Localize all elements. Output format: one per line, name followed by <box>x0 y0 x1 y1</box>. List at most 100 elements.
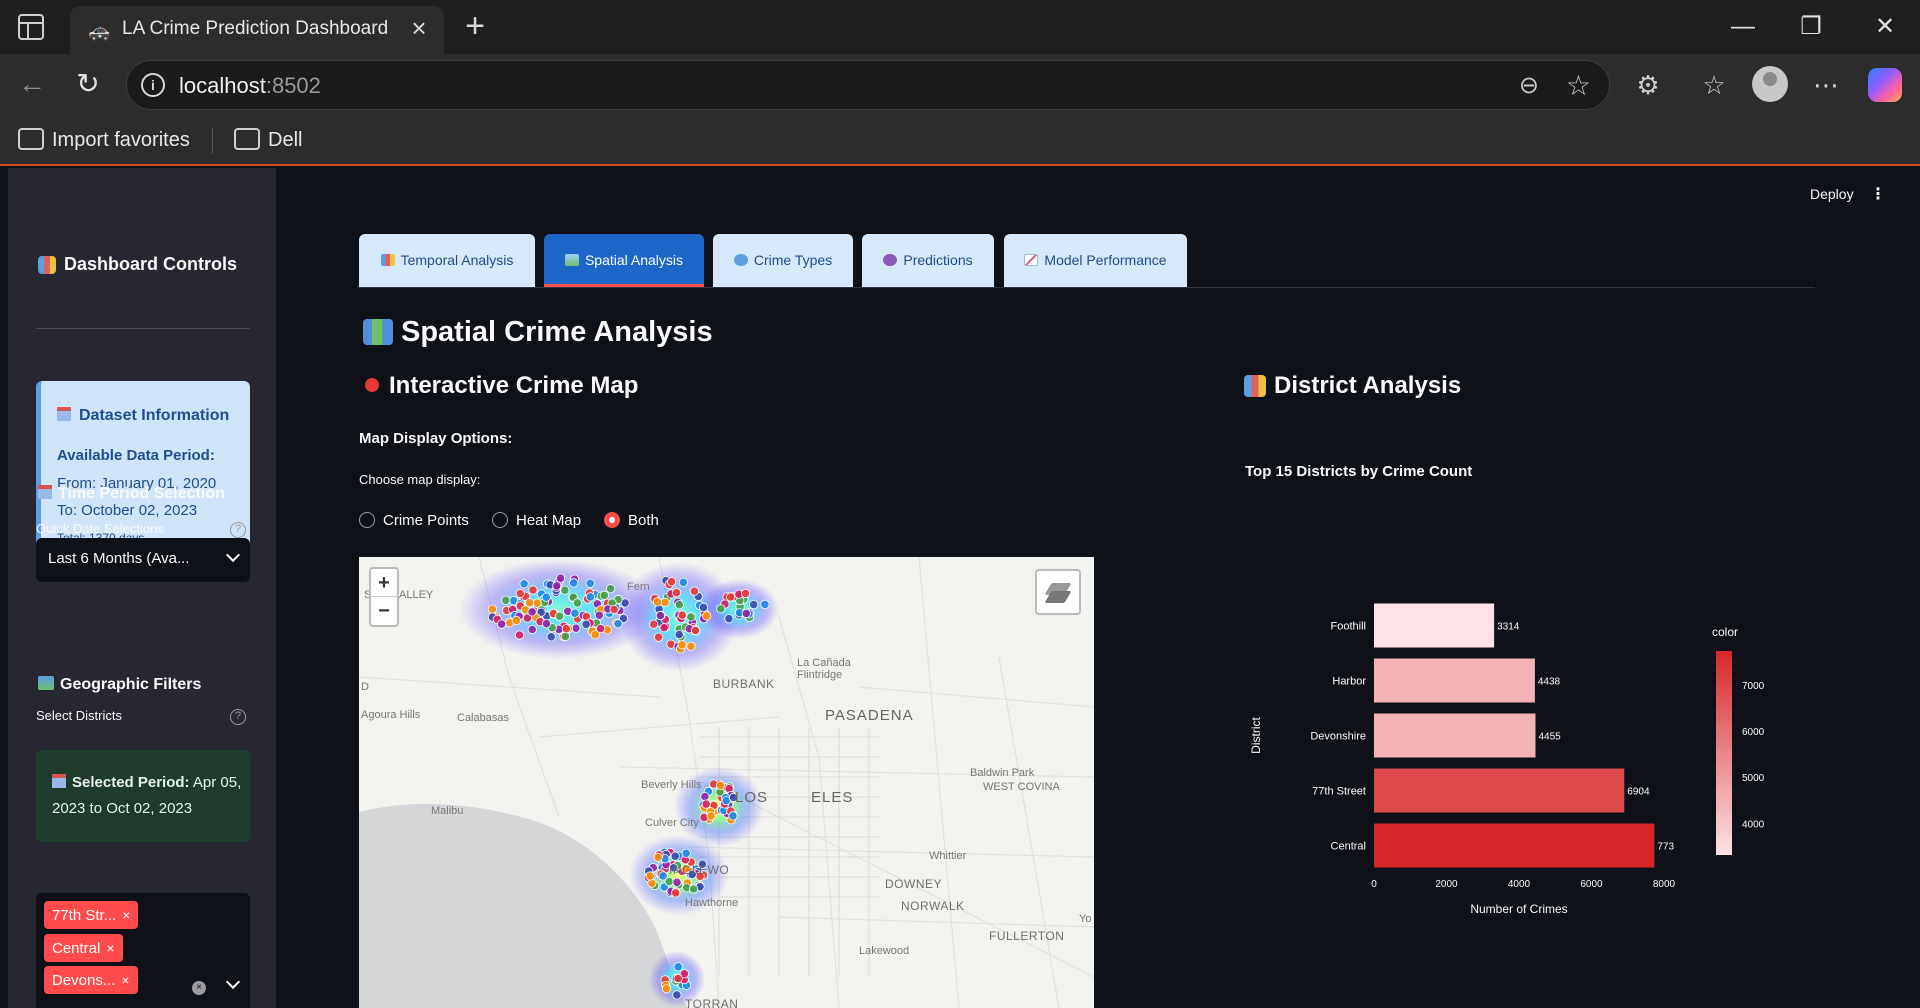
crime-point[interactable] <box>655 610 665 621</box>
bar-devonshire[interactable] <box>1374 713 1536 758</box>
remove-chip-icon[interactable]: × <box>106 940 114 956</box>
help-icon[interactable]: ? <box>230 522 246 538</box>
deploy-button[interactable]: Deploy <box>1810 186 1854 202</box>
crime-point[interactable] <box>700 792 710 802</box>
crime-point[interactable] <box>688 884 699 894</box>
crime-point[interactable] <box>546 632 556 642</box>
reload-icon[interactable]: ↻ <box>70 66 106 102</box>
tab-predictions[interactable]: Predictions <box>862 234 994 287</box>
tab-model-performance[interactable]: Model Performance <box>1004 234 1187 287</box>
crime-point[interactable] <box>672 877 682 887</box>
crime-point[interactable] <box>725 592 736 602</box>
tab-crime-types[interactable]: Crime Types <box>713 234 853 287</box>
chevron-down-icon[interactable] <box>225 547 241 563</box>
crime-point[interactable] <box>511 615 521 626</box>
crime-point[interactable] <box>525 598 535 608</box>
crime-point[interactable] <box>501 595 511 605</box>
crime-point[interactable] <box>698 602 709 613</box>
crime-point[interactable] <box>652 597 662 607</box>
crime-point[interactable] <box>740 588 751 599</box>
radio-heat-map[interactable]: Heat Map <box>492 510 581 532</box>
more-menu-icon[interactable]: ⋯ <box>1808 68 1844 102</box>
remove-chip-icon[interactable]: × <box>122 907 130 923</box>
districts-multiselect[interactable]: 77th Str... × Central × Devons... × × <box>36 893 250 1008</box>
bar-central[interactable] <box>1374 823 1655 868</box>
crime-point[interactable] <box>560 631 571 642</box>
main-menu-icon[interactable]: ⋮ <box>1870 184 1886 204</box>
bar-harbor[interactable] <box>1374 658 1535 703</box>
new-tab-icon[interactable]: + <box>458 6 492 46</box>
crime-point[interactable] <box>541 592 551 602</box>
map-zoom-in-button[interactable]: + <box>371 569 397 597</box>
crime-map[interactable]: S ALLEY Fern La Cañada Flintridge BURBAN… <box>359 557 1094 1008</box>
crime-point[interactable] <box>527 607 537 617</box>
copilot-icon[interactable] <box>1868 68 1902 102</box>
map-zoom-out-button[interactable]: − <box>371 597 397 625</box>
radio-crime-points[interactable]: Crime Points <box>359 510 469 532</box>
clear-all-icon[interactable]: × <box>192 981 206 995</box>
crime-point[interactable] <box>590 630 600 640</box>
district-chip[interactable]: Devons... × <box>44 966 138 994</box>
crime-point[interactable] <box>689 586 699 596</box>
crime-point[interactable] <box>706 811 716 821</box>
crime-point[interactable] <box>532 598 542 608</box>
crime-point[interactable] <box>741 608 751 619</box>
crime-point[interactable] <box>653 852 663 862</box>
crime-point[interactable] <box>570 608 580 618</box>
quick-dates-select[interactable]: Last 6 Months (Ava... <box>36 538 250 582</box>
dell-folder-link[interactable]: Dell <box>234 126 302 154</box>
crime-point[interactable] <box>760 599 770 610</box>
crime-point[interactable] <box>585 592 595 602</box>
tab-temporal-analysis[interactable]: Temporal Analysis <box>359 234 535 287</box>
crime-point[interactable] <box>677 640 687 650</box>
crime-point[interactable] <box>581 619 591 629</box>
crime-point[interactable] <box>653 632 664 642</box>
crime-point[interactable] <box>594 610 604 620</box>
crime-point[interactable] <box>673 973 683 983</box>
crime-point[interactable] <box>678 577 688 587</box>
crime-point[interactable] <box>556 573 566 583</box>
crime-point[interactable] <box>515 588 525 599</box>
crime-point[interactable] <box>541 619 552 629</box>
crime-point[interactable] <box>702 611 712 621</box>
minimize-icon[interactable]: — <box>1720 8 1766 46</box>
crime-point[interactable] <box>645 871 655 881</box>
crime-point[interactable] <box>658 871 668 881</box>
bar-77th-street[interactable] <box>1374 768 1625 813</box>
crime-point[interactable] <box>497 619 507 629</box>
crime-point[interactable] <box>670 851 680 861</box>
tab-actions-icon[interactable] <box>18 14 44 40</box>
crime-point[interactable] <box>514 630 525 640</box>
crime-point[interactable] <box>660 597 670 608</box>
crime-point[interactable] <box>552 581 562 591</box>
crime-point[interactable] <box>599 590 609 601</box>
crime-point[interactable] <box>609 604 619 615</box>
crime-point[interactable] <box>519 579 529 589</box>
crime-point[interactable] <box>613 619 623 629</box>
crime-point[interactable] <box>555 611 565 621</box>
crime-point[interactable] <box>585 578 595 588</box>
crime-point[interactable] <box>716 604 726 614</box>
help-icon[interactable]: ? <box>230 709 246 725</box>
crime-point[interactable] <box>724 614 734 624</box>
remove-chip-icon[interactable]: × <box>121 972 129 988</box>
import-favorites-link[interactable]: Import favorites <box>18 126 190 154</box>
district-bar-chart[interactable]: Foothill 3314 Harbor 4438 Devonshire 4455 77th… <box>1244 508 1764 958</box>
profile-avatar-icon[interactable] <box>1752 66 1788 102</box>
close-tab-icon[interactable]: × <box>404 14 434 42</box>
crime-point[interactable] <box>715 780 726 790</box>
crime-point[interactable] <box>681 848 691 858</box>
zoom-out-icon[interactable]: ⊖ <box>1519 71 1539 100</box>
site-info-icon[interactable]: i <box>141 73 165 97</box>
crime-point[interactable] <box>666 577 677 587</box>
bar-foothill[interactable] <box>1374 603 1495 648</box>
restore-icon[interactable]: ❐ <box>1788 8 1834 46</box>
district-chip[interactable]: Central × <box>44 934 123 962</box>
browser-tab-active[interactable]: 🚓 LA Crime Prediction Dashboard × <box>70 6 444 54</box>
favorites-icon[interactable]: ☆ <box>1696 68 1732 102</box>
crime-point[interactable] <box>677 610 687 620</box>
extensions-icon[interactable]: ⚙ <box>1630 68 1666 102</box>
crime-point[interactable] <box>671 888 681 898</box>
tab-spatial-analysis[interactable]: Spatial Analysis <box>544 234 704 287</box>
crime-point[interactable] <box>674 630 684 640</box>
